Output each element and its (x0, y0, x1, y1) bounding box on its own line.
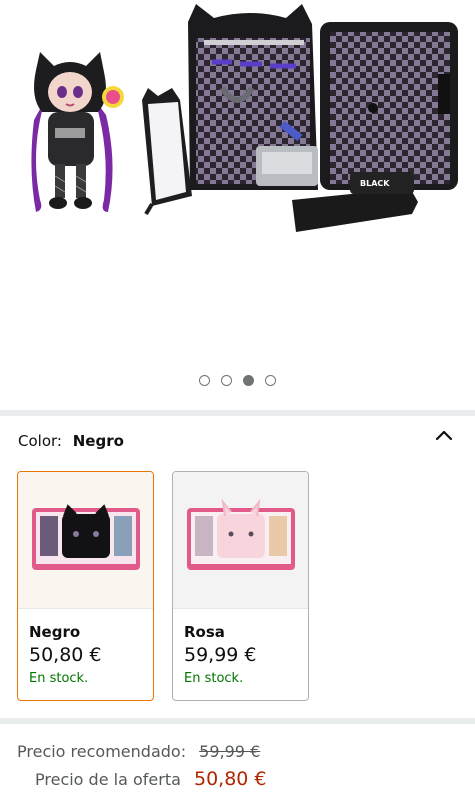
gallery-pagination[interactable] (0, 375, 475, 386)
suitcase-playset-image (188, 4, 318, 190)
variant-name: Rosa (184, 623, 225, 641)
variant-name: Negro (29, 623, 81, 641)
doll-image (31, 52, 124, 212)
recommended-price-row: Precio recomendado: 59,99 € (17, 742, 260, 761)
recommended-price-label: Precio recomendado: (17, 742, 187, 761)
offer-price-value: 50,80 € (194, 768, 267, 790)
selected-color-value: Negro (72, 432, 124, 450)
suitcase-right-panel-image: BLACK (292, 22, 458, 232)
color-selector-header: Color: Negro (18, 432, 124, 450)
product-image-gallery[interactable]: BLACK (0, 0, 475, 410)
offer-price-row: Precio de la oferta 50,80 € (35, 768, 267, 790)
variant-price: 59,99 € (184, 644, 257, 666)
gallery-dot[interactable] (199, 375, 210, 386)
mirror-accessory-image (142, 88, 192, 216)
swatch-thumbnail (18, 472, 153, 609)
variant-stock-status: En stock. (184, 671, 244, 686)
pink-playset-thumbnail-icon (187, 498, 295, 570)
recommended-price-value: 59,99 € (199, 742, 261, 761)
pillow-text: BLACK (360, 179, 390, 188)
variant-stock-status: En stock. (29, 671, 89, 686)
color-swatch-negro[interactable]: Negro 50,80 € En stock. (17, 471, 154, 701)
color-label: Color: (18, 432, 62, 450)
offer-price-label: Precio de la oferta (35, 770, 181, 789)
variant-price: 50,80 € (29, 644, 102, 666)
section-divider (0, 718, 475, 724)
gallery-dot[interactable] (221, 375, 232, 386)
chevron-up-icon[interactable] (435, 428, 453, 442)
gallery-dot[interactable] (265, 375, 276, 386)
section-divider (0, 410, 475, 416)
swatch-thumbnail (173, 472, 308, 609)
gallery-dot-active[interactable] (243, 375, 254, 386)
black-playset-thumbnail-icon (32, 504, 140, 570)
color-swatch-rosa[interactable]: Rosa 59,99 € En stock. (172, 471, 309, 701)
